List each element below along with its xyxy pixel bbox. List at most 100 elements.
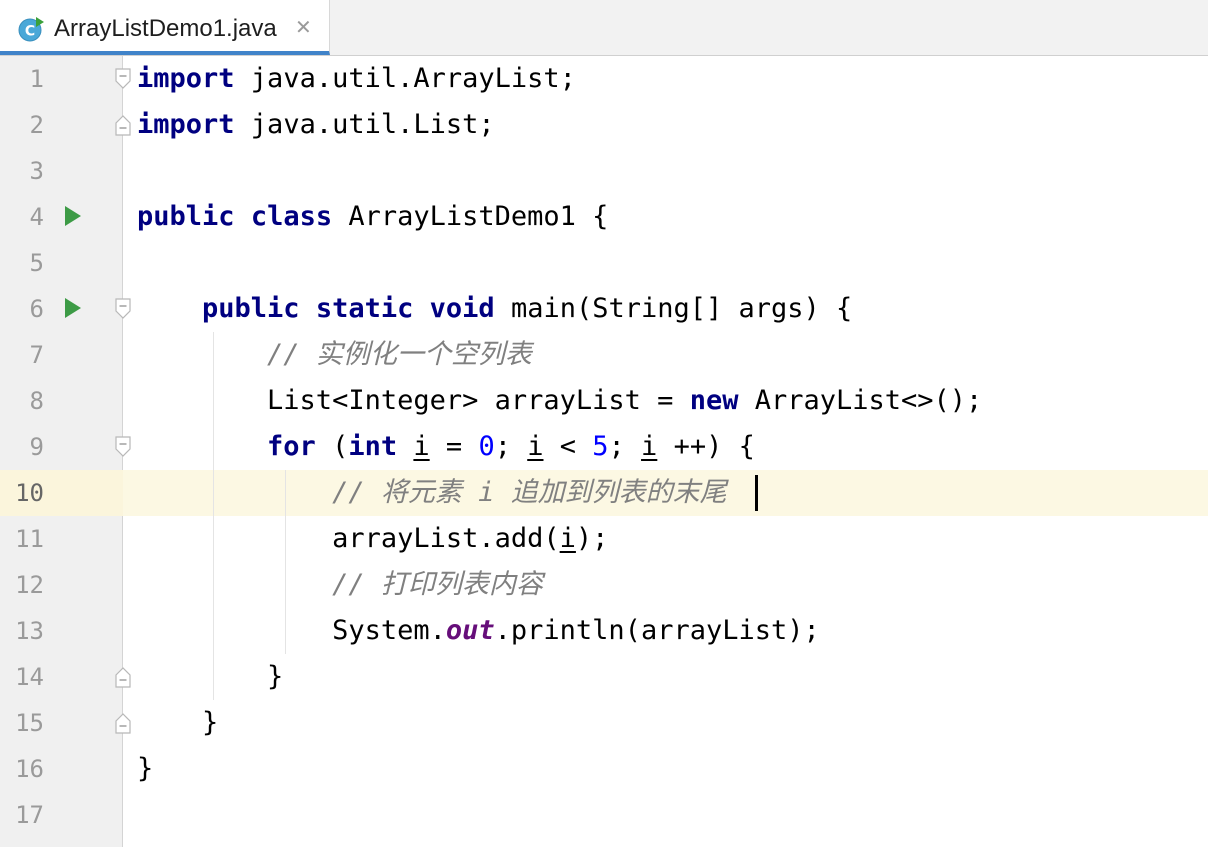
number-token: 5	[592, 431, 609, 462]
code-text[interactable]: // 打印列表内容	[137, 562, 543, 608]
code-text[interactable]: // 将元素 i 追加到列表的末尾	[137, 470, 727, 516]
keyword-token: import	[137, 63, 235, 94]
code-line[interactable]: 5	[0, 240, 1208, 286]
keyword-token: void	[429, 293, 495, 324]
line-number: 14	[15, 663, 44, 691]
run-icon[interactable]	[64, 205, 82, 227]
line-number: 7	[29, 341, 44, 369]
code-token: ;	[608, 431, 642, 462]
code-token: System.	[137, 615, 446, 646]
code-token: .println(arrayList);	[494, 615, 820, 646]
fold-end-icon[interactable]	[114, 114, 132, 136]
code-token: ++) {	[657, 431, 755, 462]
code-token: (	[315, 431, 349, 462]
line-number: 17	[15, 801, 44, 829]
code-token: );	[575, 523, 609, 554]
tab-arraylistdemo1[interactable]: C ArrayListDemo1.java ✕	[0, 0, 330, 55]
code-token: <	[543, 431, 593, 462]
code-line[interactable]: 8 List<Integer> arrayList = new ArrayLis…	[0, 378, 1208, 424]
line-number: 13	[15, 617, 44, 645]
code-editor[interactable]: 1 import java.util.ArrayList; 2 import java…	[0, 56, 1208, 847]
code-text[interactable]: }	[137, 654, 283, 700]
code-line[interactable]: 2 import java.util.List;	[0, 102, 1208, 148]
code-text[interactable]: import java.util.ArrayList;	[137, 56, 576, 102]
code-text[interactable]: public class ArrayListDemo1 {	[137, 194, 608, 240]
line-number: 6	[29, 295, 44, 323]
editor-tab-bar: C ArrayListDemo1.java ✕	[0, 0, 1208, 56]
keyword-token: import	[137, 109, 235, 140]
code-token: }	[137, 707, 219, 738]
code-token: =	[429, 431, 479, 462]
code-token: List<Integer> arrayList =	[137, 385, 690, 416]
variable-token: i	[641, 431, 658, 462]
line-number: 2	[29, 111, 44, 139]
code-line[interactable]: 9 for (int i = 0; i < 5; i ++) {	[0, 424, 1208, 470]
code-text[interactable]: for (int i = 0; i < 5; i ++) {	[137, 424, 755, 470]
keyword-token: public	[202, 293, 300, 324]
keyword-token: for	[267, 431, 316, 462]
code-line[interactable]: 17	[0, 792, 1208, 838]
code-text[interactable]: arrayList.add(i);	[137, 516, 608, 562]
code-text[interactable]: System.out.println(arrayList);	[137, 608, 820, 654]
code-token: ArrayListDemo1 {	[332, 201, 609, 232]
fold-end-icon[interactable]	[114, 712, 132, 734]
comment-token: // 打印列表内容	[332, 569, 543, 600]
code-line[interactable]: 1 import java.util.ArrayList;	[0, 56, 1208, 102]
close-icon[interactable]: ✕	[295, 15, 312, 39]
line-number: 15	[15, 709, 44, 737]
code-token: ;	[494, 431, 528, 462]
code-line[interactable]: 15 }	[0, 700, 1208, 746]
java-class-icon: C	[18, 17, 44, 42]
code-text[interactable]: public static void main(String[] args) {	[137, 286, 852, 332]
code-line[interactable]: 10 // 将元素 i 追加到列表的末尾	[0, 470, 1208, 516]
line-number: 10	[15, 479, 44, 507]
code-line[interactable]: 3	[0, 148, 1208, 194]
code-line[interactable]: 13 System.out.println(arrayList);	[0, 608, 1208, 654]
code-line[interactable]: 7 // 实例化一个空列表	[0, 332, 1208, 378]
static-field-token: out	[445, 615, 495, 646]
code-token: }	[137, 661, 284, 692]
variable-token: i	[527, 431, 544, 462]
run-icon[interactable]	[64, 297, 82, 319]
keyword-token: public	[137, 201, 235, 232]
code-text[interactable]: }	[137, 700, 218, 746]
code-line[interactable]: 4 public class ArrayListDemo1 {	[0, 194, 1208, 240]
code-text[interactable]: // 实例化一个空列表	[137, 332, 532, 378]
code-line[interactable]: 12 // 打印列表内容	[0, 562, 1208, 608]
fold-collapse-icon[interactable]	[114, 68, 132, 90]
code-line[interactable]: 16}	[0, 746, 1208, 792]
code-line[interactable]: 14 }	[0, 654, 1208, 700]
line-number: 5	[29, 249, 44, 277]
line-number: 11	[15, 525, 44, 553]
code-text[interactable]: }	[137, 746, 153, 792]
comment-token: // 实例化一个空列表	[267, 339, 532, 370]
code-text[interactable]: List<Integer> arrayList = new ArrayList<…	[137, 378, 982, 424]
tab-title: ArrayListDemo1.java	[54, 15, 277, 42]
line-number: 1	[29, 65, 44, 93]
code-token: java.util.ArrayList;	[234, 63, 576, 94]
code-token: main(String[] args) {	[494, 293, 853, 324]
comment-token: // 将元素 i 追加到列表的末尾	[332, 477, 727, 508]
code-token: java.util.List;	[234, 109, 495, 140]
keyword-token: new	[689, 385, 739, 416]
fold-end-icon[interactable]	[114, 666, 132, 688]
svg-text:C: C	[25, 24, 35, 40]
code-line[interactable]: 6 public static void main(String[] args)…	[0, 286, 1208, 332]
variable-token: i	[413, 431, 430, 462]
line-number: 3	[29, 157, 44, 185]
code-token: ArrayList<>();	[738, 385, 983, 416]
line-number: 12	[15, 571, 44, 599]
code-text[interactable]: import java.util.List;	[137, 102, 495, 148]
fold-collapse-icon[interactable]	[114, 298, 132, 320]
fold-collapse-icon[interactable]	[114, 436, 132, 458]
code-line[interactable]: 11 arrayList.add(i);	[0, 516, 1208, 562]
keyword-token: class	[250, 201, 333, 232]
